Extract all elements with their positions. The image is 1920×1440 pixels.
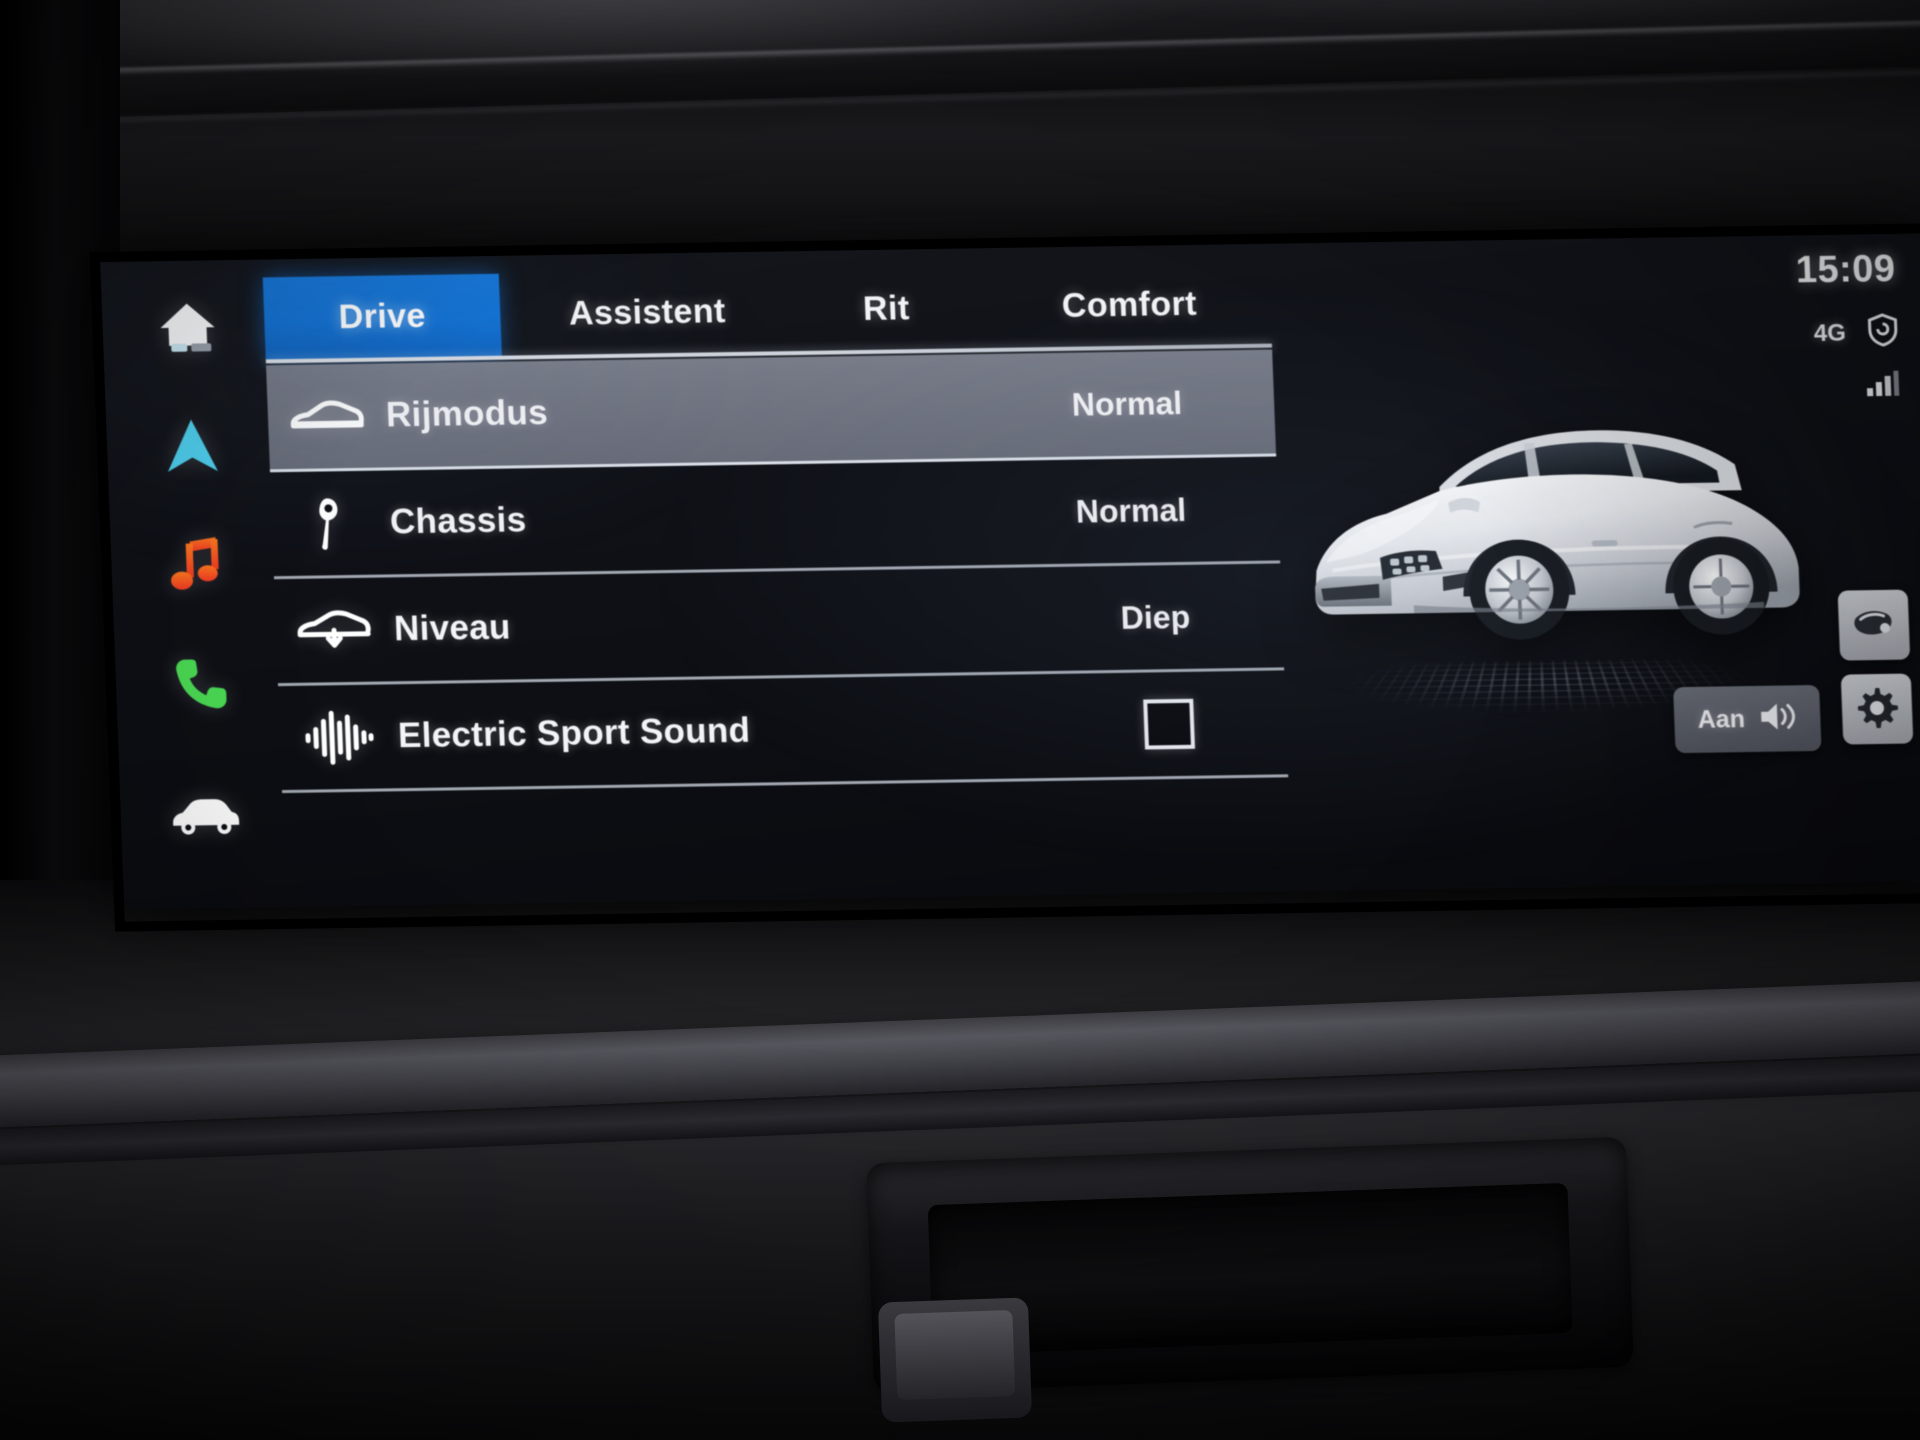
shield-icon	[1867, 313, 1898, 352]
settings-list: Rijmodus Normal Chassis Normal Niveau Di…	[265, 349, 1291, 865]
settings-row-rijmodus[interactable]: Rijmodus Normal	[265, 349, 1277, 473]
settings-button[interactable]	[1840, 673, 1914, 745]
sidebar: Home Navigatie	[121, 280, 274, 892]
tab-label: Drive	[337, 296, 427, 336]
settings-row-electric-sport-sound[interactable]: Electric Sport Sound	[278, 670, 1289, 794]
sidebar-item-phone[interactable]: Telefoon	[134, 633, 268, 731]
settings-row-value[interactable]: Normal	[1075, 490, 1279, 530]
status-indicators: 4G	[1697, 313, 1898, 355]
gear-icon	[1855, 685, 1899, 733]
tab-label: Comfort	[1061, 284, 1198, 325]
sidebar-item-home[interactable]: Home	[121, 280, 255, 378]
photo-frame: Home Navigatie	[0, 0, 1920, 1440]
tab-label: Rit	[862, 288, 911, 328]
settings-row-label: Electric Sport Sound	[397, 710, 751, 756]
dashboard-left-pillar	[0, 0, 120, 980]
sound-wave-icon	[279, 708, 399, 766]
clock: 15:09	[1795, 247, 1897, 292]
settings-row-label: Niveau	[393, 607, 512, 649]
tab-drive[interactable]: Drive	[262, 273, 502, 360]
tab-comfort[interactable]: Comfort	[989, 262, 1270, 348]
console-knob	[877, 1297, 1033, 1423]
tab-assistent[interactable]: Assistent	[521, 269, 774, 355]
home-icon	[155, 299, 219, 358]
sidebar-item-media[interactable]: Media	[130, 515, 264, 613]
phone-icon	[171, 653, 231, 712]
vehicle-illustration	[1315, 430, 1800, 640]
car-icon	[168, 792, 244, 837]
sidebar-item-vehicle[interactable]: Voertuig	[139, 765, 273, 863]
pcm-display: Home Navigatie	[89, 223, 1920, 932]
settings-row-label: Rijmodus	[385, 392, 549, 435]
settings-row-label: Chassis	[389, 500, 528, 542]
navigation-arrow-icon	[162, 415, 222, 478]
tab-rit[interactable]: Rit	[797, 266, 976, 351]
shock-absorber-icon	[271, 493, 391, 553]
sidebar-item-navigation[interactable]: Navigatie	[125, 398, 259, 496]
speaker-icon	[1756, 698, 1798, 740]
signal-indicators	[1699, 370, 1900, 404]
settings-row-value[interactable]: Normal	[1071, 383, 1275, 423]
car-lowered-icon	[275, 609, 395, 651]
dashboard-leather-trim	[0, 0, 1920, 121]
signal-bars-icon	[1865, 370, 1900, 402]
network-label: 4G	[1813, 319, 1847, 347]
sound-button-label: Aan	[1697, 704, 1746, 734]
settings-row-chassis[interactable]: Chassis Normal	[270, 456, 1281, 580]
console-knob-face	[894, 1309, 1016, 1401]
mirror-icon	[1852, 605, 1895, 645]
electric-sport-sound-toggle-button[interactable]: Aan	[1673, 684, 1822, 754]
mirror-button[interactable]	[1837, 589, 1911, 661]
car-side-icon	[267, 399, 386, 435]
settings-row-niveau[interactable]: Niveau Diep	[274, 563, 1285, 687]
tab-label: Assistent	[568, 291, 727, 333]
status-cluster: 15:09 4G	[1695, 248, 1901, 404]
electric-sport-sound-checkbox[interactable]	[1143, 698, 1196, 750]
settings-row-value[interactable]: Diep	[1120, 597, 1283, 637]
music-note-icon	[167, 535, 225, 594]
